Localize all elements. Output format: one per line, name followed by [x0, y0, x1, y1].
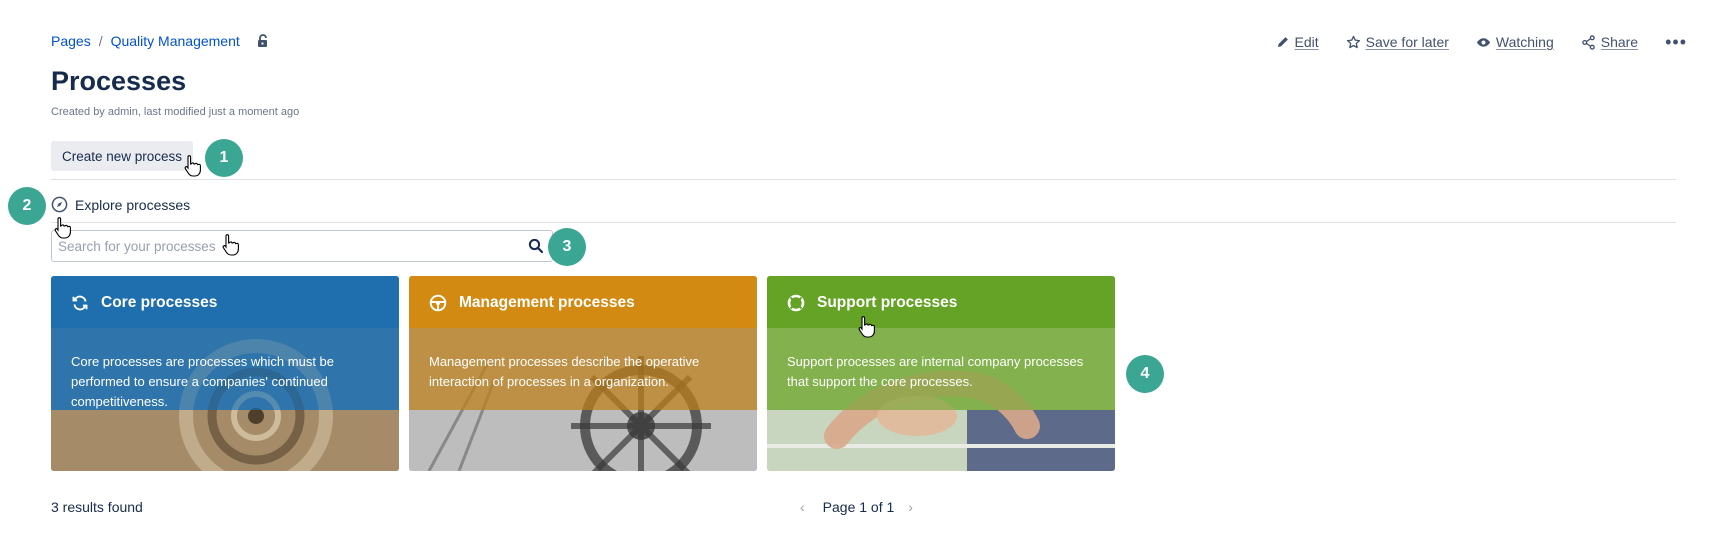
- more-actions-icon[interactable]: •••: [1665, 33, 1687, 51]
- card-core-processes[interactable]: Core processes Core processes are proces…: [51, 276, 399, 471]
- edit-button[interactable]: Edit: [1276, 34, 1319, 50]
- callout-badge-3: 3: [548, 228, 586, 266]
- share-label: Share: [1600, 34, 1639, 50]
- card-management-processes[interactable]: Management processes Management processe…: [409, 276, 757, 471]
- share-icon: [1581, 34, 1595, 50]
- card-title: Core processes: [71, 294, 217, 312]
- pagination: ‹ Page 1 of 1 ›: [800, 499, 913, 515]
- breadcrumb-separator: /: [98, 33, 103, 49]
- card-title-text: Support processes: [817, 294, 958, 311]
- card-description: Support processes are internal company p…: [787, 354, 1084, 389]
- page-meta: Created by admin, last modified just a m…: [51, 106, 300, 118]
- share-button[interactable]: Share: [1581, 34, 1638, 50]
- callout-badge-4: 4: [1126, 355, 1164, 393]
- save-for-later-button[interactable]: Save for later: [1346, 34, 1449, 50]
- watching-button[interactable]: Watching: [1476, 34, 1554, 50]
- explore-processes-label: Explore processes: [75, 196, 191, 213]
- page-indicator: Page 1 of 1: [822, 499, 895, 515]
- unlock-icon[interactable]: [256, 34, 270, 48]
- card-title-text: Core processes: [101, 294, 218, 311]
- divider: [51, 222, 1676, 223]
- refresh-icon: [72, 295, 88, 311]
- edit-label: Edit: [1294, 34, 1319, 50]
- compass-icon: [51, 196, 68, 213]
- star-icon: [1346, 35, 1360, 48]
- search-icon[interactable]: [528, 238, 544, 254]
- card-description: Core processes are processes which must …: [71, 354, 335, 409]
- breadcrumb-quality-management-link[interactable]: Quality Management: [111, 33, 240, 49]
- eye-icon: [1476, 37, 1490, 47]
- lifebuoy-icon: [787, 294, 805, 312]
- search-input[interactable]: [52, 231, 552, 261]
- steering-wheel-icon: [429, 294, 447, 312]
- card-title: Management processes: [429, 294, 635, 312]
- pencil-icon: [1277, 37, 1288, 47]
- previous-page-icon[interactable]: ‹: [800, 499, 805, 515]
- create-new-process-button[interactable]: Create new process: [51, 141, 194, 171]
- breadcrumb: Pages / Quality Management: [51, 33, 270, 49]
- callout-badge-1: 1: [205, 139, 243, 177]
- breadcrumb-pages-link[interactable]: Pages: [51, 33, 91, 49]
- page-actions: Edit Save for later Watching Share •••: [1276, 33, 1688, 51]
- results-count: 3 results found: [51, 499, 143, 515]
- callout-badge-2: 2: [8, 187, 46, 225]
- divider: [51, 179, 1676, 180]
- next-page-icon[interactable]: ›: [908, 499, 913, 515]
- page-title: Processes: [51, 66, 187, 96]
- card-title: Support processes: [787, 294, 957, 312]
- save-for-later-label: Save for later: [1365, 34, 1449, 50]
- watching-label: Watching: [1495, 34, 1554, 50]
- card-description: Management processes describe the operat…: [429, 354, 700, 389]
- search-box: [51, 230, 553, 262]
- explore-processes-toggle[interactable]: Explore processes: [51, 196, 190, 213]
- card-support-processes[interactable]: Support processes Support processes are …: [767, 276, 1115, 471]
- card-title-text: Management processes: [459, 294, 635, 311]
